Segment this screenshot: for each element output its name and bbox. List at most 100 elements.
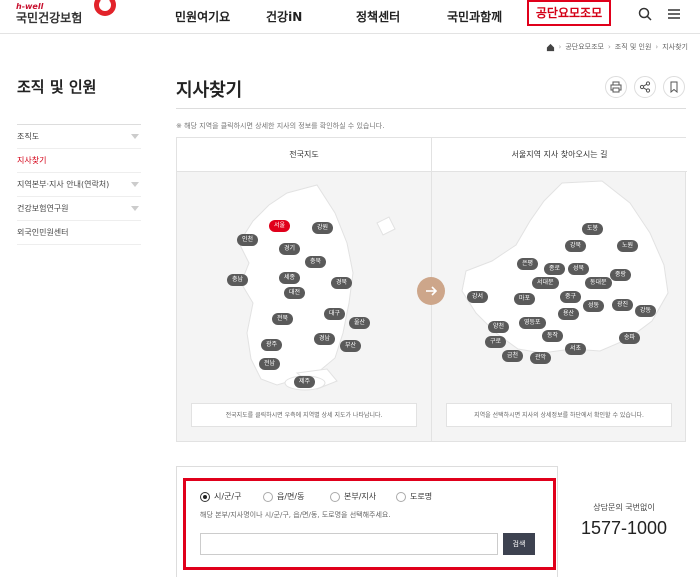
region-button[interactable]: 용산 [558, 308, 580, 320]
print-icon[interactable] [605, 76, 627, 98]
region-button[interactable]: 동대문 [585, 277, 612, 289]
region-button[interactable]: 충북 [305, 256, 327, 268]
nav-item-policy[interactable]: 정책센터 [356, 8, 400, 25]
radio-label: 읍/면/동 [277, 492, 305, 501]
contact-label: 상담문의 국번없이 [593, 503, 655, 512]
region-button[interactable]: 양천 [488, 321, 510, 333]
chevron-down-icon [131, 182, 139, 187]
nav-item-health-in[interactable]: 건강iN [266, 8, 302, 25]
region-button[interactable]: 경북 [331, 277, 353, 289]
region-button[interactable]: 중구 [560, 291, 582, 303]
korea-map-shape [238, 184, 396, 391]
region-button[interactable]: 은평 [517, 258, 539, 270]
region-button[interactable]: 강서 [467, 291, 489, 303]
region-button[interactable]: 강북 [565, 240, 587, 252]
lnb-item-label: 조직도 [17, 132, 40, 141]
menu-icon[interactable] [666, 6, 682, 22]
region-button[interactable]: 구로 [485, 336, 507, 348]
lnb-item-find-branch[interactable]: 지사찾기 [17, 149, 141, 173]
region-button[interactable]: 대전 [284, 287, 306, 299]
region-button[interactable]: 금천 [502, 350, 524, 362]
region-button[interactable]: 관악 [530, 352, 552, 364]
region-button[interactable]: 대구 [324, 308, 346, 320]
chevron-down-icon [131, 134, 139, 139]
region-button[interactable]: 종로 [544, 263, 566, 275]
region-button[interactable]: 도봉 [582, 223, 604, 235]
share-icon[interactable] [634, 76, 656, 98]
breadcrumb-item[interactable]: 공단요모조모 [565, 42, 604, 52]
logo-tagline: h-well [16, 2, 44, 11]
arrow-right-icon [417, 277, 445, 305]
radio-branch[interactable]: 본부/지사 [330, 491, 376, 502]
nav-item-together[interactable]: 국민과함께 [447, 8, 502, 25]
contact-number: 1577-1000 [580, 518, 668, 538]
radio-label: 시/군/구 [214, 492, 242, 501]
global-header: h-well 국민건강보험 민원여기요 건강iN 정책센터 국민과함께 공단요모… [0, 0, 700, 34]
logo-text: 국민건강보험 [16, 11, 83, 25]
logo-mark-icon [94, 0, 116, 16]
radio-label: 본부/지사 [344, 492, 377, 501]
search-input[interactable] [200, 533, 498, 555]
region-button[interactable]: 울산 [349, 317, 371, 329]
lnb-item-foreigner-center[interactable]: 외국인민원센터 [17, 221, 141, 245]
search-icon[interactable] [637, 6, 653, 22]
region-button[interactable]: 인천 [237, 234, 259, 246]
region-button[interactable]: 광주 [261, 339, 283, 351]
region-button[interactable]: 서울 [269, 220, 291, 232]
bookmark-icon[interactable] [663, 76, 685, 98]
nav-item-minwon[interactable]: 민원여기요 [175, 8, 230, 25]
nav-item-about-label: 공단요모조모 [535, 6, 603, 20]
region-button[interactable]: 제주 [294, 376, 316, 388]
region-button[interactable]: 부산 [340, 340, 362, 352]
seoul-map: 도봉강북 노원은평 종로 성북중랑서대문 동대문강서 마포 중구 성동 광진 강동 용산양천 영등포 동… [432, 173, 686, 403]
breadcrumb: › 공단요모조모 › 조직 및 인원 › 지사찾기 [546, 42, 688, 52]
region-button[interactable]: 동작 [542, 330, 564, 342]
region-button[interactable]: 강동 [635, 305, 657, 317]
region-button[interactable]: 송파 [619, 332, 641, 344]
region-button[interactable]: 세종 [279, 272, 301, 284]
region-button[interactable]: 전남 [259, 358, 281, 370]
region-button[interactable]: 전북 [272, 313, 294, 325]
lnb-item-research[interactable]: 건강보험연구원 [17, 197, 141, 221]
radio-dot [396, 491, 406, 502]
seoul-map-title: 서울지역 지사 찾아오시는 길 [432, 138, 687, 172]
region-button[interactable]: 성동 [583, 300, 605, 312]
search-button[interactable]: 검색 [503, 533, 535, 555]
region-button[interactable]: 영등포 [519, 317, 546, 329]
seoul-map-column: 서울지역 지사 찾아오시는 길 도봉강북 노원은평 종로 성북중랑서대문 동대문강서 마포… [432, 138, 687, 441]
lnb-item-label: 건강보험연구원 [17, 204, 69, 213]
divider [176, 108, 686, 109]
seoul-map-shape [461, 180, 669, 354]
nav-item-about[interactable]: 공단요모조모 [527, 0, 611, 26]
nhis-logo[interactable]: h-well 국민건강보험 [16, 0, 116, 26]
radio-road[interactable]: 도로명 [396, 491, 432, 502]
lnb-item-branch-contacts[interactable]: 지역본부·지사 안내(연락처) [17, 173, 141, 197]
lnb-item-org-chart[interactable]: 조직도 [17, 125, 141, 149]
region-button[interactable]: 마포 [514, 293, 536, 305]
home-icon[interactable] [546, 43, 555, 52]
chevron-down-icon [131, 206, 139, 211]
region-button[interactable]: 충남 [227, 274, 249, 286]
region-button[interactable]: 광진 [612, 299, 634, 311]
instruction-note: ※ 해당 지역을 클릭하시면 상세한 지사의 정보를 확인하실 수 있습니다. [176, 122, 385, 130]
region-button[interactable]: 강원 [312, 222, 334, 234]
lnb-item-label: 지사찾기 [17, 156, 47, 165]
region-button[interactable]: 중랑 [610, 269, 632, 281]
page-title: 지사찾기 [176, 80, 243, 101]
region-button[interactable]: 경기 [279, 243, 301, 255]
region-button[interactable]: 서초 [565, 343, 587, 355]
region-button[interactable]: 성북 [568, 263, 590, 275]
region-button[interactable]: 경남 [314, 333, 336, 345]
region-button[interactable]: 노원 [617, 240, 639, 252]
radio-eupmyeondong[interactable]: 읍/면/동 [263, 491, 304, 502]
side-nav: 조직도 지사찾기 지역본부·지사 안내(연락처) 건강보험연구원 외국인민원센터 [17, 124, 141, 245]
national-map-title: 전국지도 [177, 138, 431, 172]
region-button[interactable]: 서대문 [532, 277, 559, 289]
seoul-map-footer: 지역을 선택하시면 지사의 상세정보를 하단에서 확인할 수 있습니다. [446, 403, 672, 427]
national-map-footer: 전국지도를 클릭하시면 우측에 지역별 상세 지도가 나타납니다. [191, 403, 417, 427]
lnb-item-label: 외국인민원센터 [17, 228, 69, 237]
breadcrumb-item[interactable]: 조직 및 인원 [615, 42, 652, 52]
radio-label: 도로명 [410, 492, 433, 501]
search-hint: 해당 본부/지사명이나 시/군/구, 읍/면/동, 도로명을 선택해주세요. [200, 511, 391, 519]
radio-sigungu[interactable]: 시/군/구 [200, 491, 241, 502]
